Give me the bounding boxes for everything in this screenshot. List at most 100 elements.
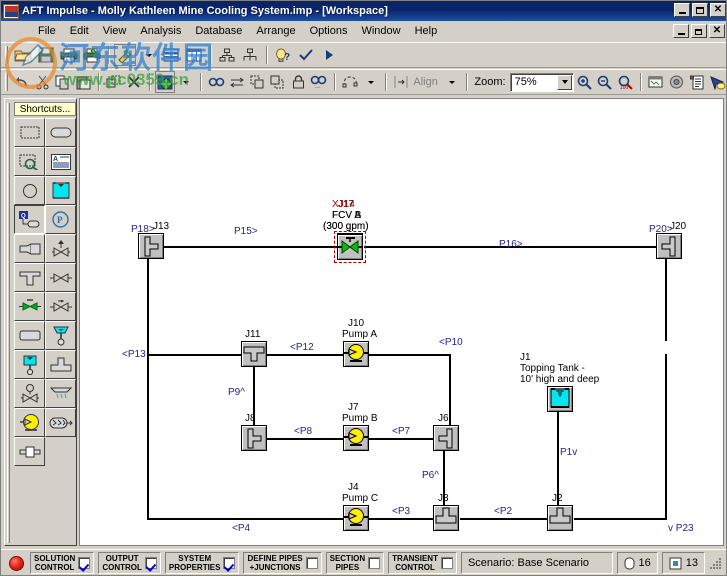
graph-results-icon[interactable] bbox=[216, 44, 238, 66]
solution-control-status[interactable]: SOLUTION CONTROL bbox=[30, 552, 95, 574]
duplicate-icon[interactable] bbox=[104, 71, 124, 93]
maximize-button[interactable] bbox=[692, 3, 708, 17]
weir-tool[interactable] bbox=[45, 379, 76, 408]
delete-icon[interactable] bbox=[125, 71, 145, 93]
system-properties-status[interactable]: SYSTEM PROPERTIES bbox=[164, 552, 240, 574]
transient-control-checkbox[interactable] bbox=[440, 557, 453, 569]
toolbar-grip-2[interactable] bbox=[5, 73, 8, 91]
spray-discharge-tool[interactable] bbox=[14, 321, 45, 350]
system-properties-checkbox[interactable] bbox=[223, 557, 236, 569]
close-button[interactable]: ✕ bbox=[710, 3, 726, 17]
solution-control-checkbox[interactable] bbox=[78, 557, 91, 569]
highlight-icon[interactable] bbox=[708, 71, 726, 93]
junction-j10-pump[interactable] bbox=[343, 341, 369, 367]
area-change-tool[interactable] bbox=[14, 234, 45, 263]
section-pipes-status[interactable]: SECTION PIPES bbox=[325, 552, 385, 574]
print-icon[interactable] bbox=[58, 44, 80, 66]
menu-item-file[interactable]: File bbox=[31, 23, 63, 39]
transient-control-status[interactable]: TRANSIENT CONTROL bbox=[388, 552, 457, 574]
mdi-close-button[interactable]: ✕ bbox=[709, 24, 725, 38]
cut-icon[interactable] bbox=[32, 71, 52, 93]
menu-item-help[interactable]: Help bbox=[408, 23, 445, 39]
open-icon[interactable] bbox=[12, 44, 34, 66]
workspace-tools-dropdown[interactable] bbox=[137, 44, 159, 66]
resize-grip[interactable] bbox=[709, 556, 723, 570]
output-control-status[interactable]: OUTPUT CONTROL bbox=[98, 552, 161, 574]
copy-icon[interactable] bbox=[53, 71, 73, 93]
undo-icon[interactable] bbox=[12, 71, 32, 93]
menu-item-window[interactable]: Window bbox=[354, 23, 407, 39]
junction-j3-tee[interactable] bbox=[433, 505, 459, 531]
find-next-icon[interactable]: ... bbox=[309, 71, 329, 93]
paste-icon[interactable] bbox=[74, 71, 94, 93]
define-pipes-checkbox[interactable] bbox=[305, 557, 318, 569]
menu-item-database[interactable]: Database bbox=[188, 23, 249, 39]
save-icon[interactable] bbox=[35, 44, 57, 66]
mdi-minimize-button[interactable] bbox=[673, 24, 689, 38]
menu-item-arrange[interactable]: Arrange bbox=[249, 23, 302, 39]
zoom-in-icon[interactable] bbox=[574, 71, 594, 93]
zoom-out-icon[interactable] bbox=[595, 71, 615, 93]
accumulator-tool[interactable] bbox=[45, 321, 76, 350]
menu-item-options[interactable]: Options bbox=[303, 23, 355, 39]
send-to-back-icon[interactable] bbox=[248, 71, 268, 93]
workspace-layers-icon[interactable] bbox=[646, 71, 666, 93]
align-dropdown[interactable] bbox=[442, 71, 462, 93]
zoom-marquee-tool[interactable] bbox=[14, 147, 45, 176]
menu-item-analysis[interactable]: Analysis bbox=[133, 23, 188, 39]
branch-tee-tool[interactable] bbox=[14, 263, 45, 292]
menu-item-view[interactable]: View bbox=[96, 23, 134, 39]
point-junction-tool[interactable]: P bbox=[45, 205, 76, 234]
zoom-combobox[interactable]: 75% bbox=[509, 72, 575, 92]
valve-tool[interactable] bbox=[45, 263, 76, 292]
global-edit-icon[interactable] bbox=[155, 71, 175, 93]
select-shape-dropdown[interactable] bbox=[360, 71, 380, 93]
workspace-tools-icon[interactable] bbox=[114, 44, 136, 66]
global-edit-dropdown[interactable] bbox=[176, 71, 196, 93]
pipe-tool[interactable] bbox=[45, 118, 76, 147]
zoom-100-icon[interactable]: 100 bbox=[615, 71, 635, 93]
junction-j2-tee[interactable] bbox=[547, 505, 573, 531]
junction-j20-branch[interactable] bbox=[656, 233, 682, 259]
output-table-icon[interactable] bbox=[183, 44, 205, 66]
gas-accumulator-tool[interactable] bbox=[14, 379, 45, 408]
notes-icon[interactable] bbox=[687, 71, 707, 93]
pump-tool[interactable] bbox=[14, 408, 45, 437]
junction-j7-pump[interactable] bbox=[343, 425, 369, 451]
annotation-icon[interactable] bbox=[666, 71, 686, 93]
select-shape-icon[interactable] bbox=[340, 71, 360, 93]
junction-j1-tank[interactable] bbox=[547, 386, 573, 412]
junction-j6-branch[interactable] bbox=[433, 425, 459, 451]
check-valve-tool[interactable] bbox=[45, 292, 76, 321]
heat-exchanger-tool[interactable] bbox=[45, 408, 76, 437]
select-box-tool[interactable] bbox=[14, 118, 45, 147]
reservoir-tool[interactable] bbox=[45, 176, 76, 205]
junction-j11-tee[interactable] bbox=[241, 341, 267, 367]
visual-report-icon[interactable] bbox=[239, 44, 261, 66]
reverse-icon[interactable] bbox=[227, 71, 247, 93]
distribute-icon[interactable] bbox=[391, 71, 411, 93]
run-icon[interactable] bbox=[318, 44, 340, 66]
lock-icon[interactable] bbox=[289, 71, 309, 93]
control-valve-tool[interactable] bbox=[14, 292, 45, 321]
surge-tank-tool[interactable] bbox=[14, 350, 45, 379]
define-pipes-junctions-status[interactable]: DEFINE PIPES +JUNCTIONS bbox=[243, 552, 322, 574]
junction-j8-branch[interactable] bbox=[241, 425, 267, 451]
relief-valve-tool[interactable] bbox=[45, 234, 76, 263]
junction-j13-branch[interactable] bbox=[138, 233, 164, 259]
chevron-down-icon[interactable] bbox=[557, 74, 573, 90]
orifice-tool[interactable] bbox=[14, 437, 45, 466]
shortcuts-button[interactable]: Shortcuts... bbox=[14, 102, 76, 116]
toolbox-grip[interactable] bbox=[7, 103, 10, 543]
junction-j14-control-valve[interactable] bbox=[334, 231, 366, 263]
vacuum-breaker-tool[interactable] bbox=[45, 350, 76, 379]
assigned-pressure-tool[interactable]: Q bbox=[14, 205, 45, 234]
section-pipes-checkbox[interactable] bbox=[368, 557, 381, 569]
junction-j4-pump[interactable] bbox=[343, 505, 369, 531]
mdi-restore-button[interactable] bbox=[691, 24, 707, 38]
output-control-checkbox[interactable] bbox=[144, 557, 157, 569]
find-icon[interactable] bbox=[206, 71, 226, 93]
check-model-icon[interactable] bbox=[295, 44, 317, 66]
toolbar-grip[interactable] bbox=[5, 46, 8, 64]
minimize-button[interactable] bbox=[674, 3, 690, 17]
